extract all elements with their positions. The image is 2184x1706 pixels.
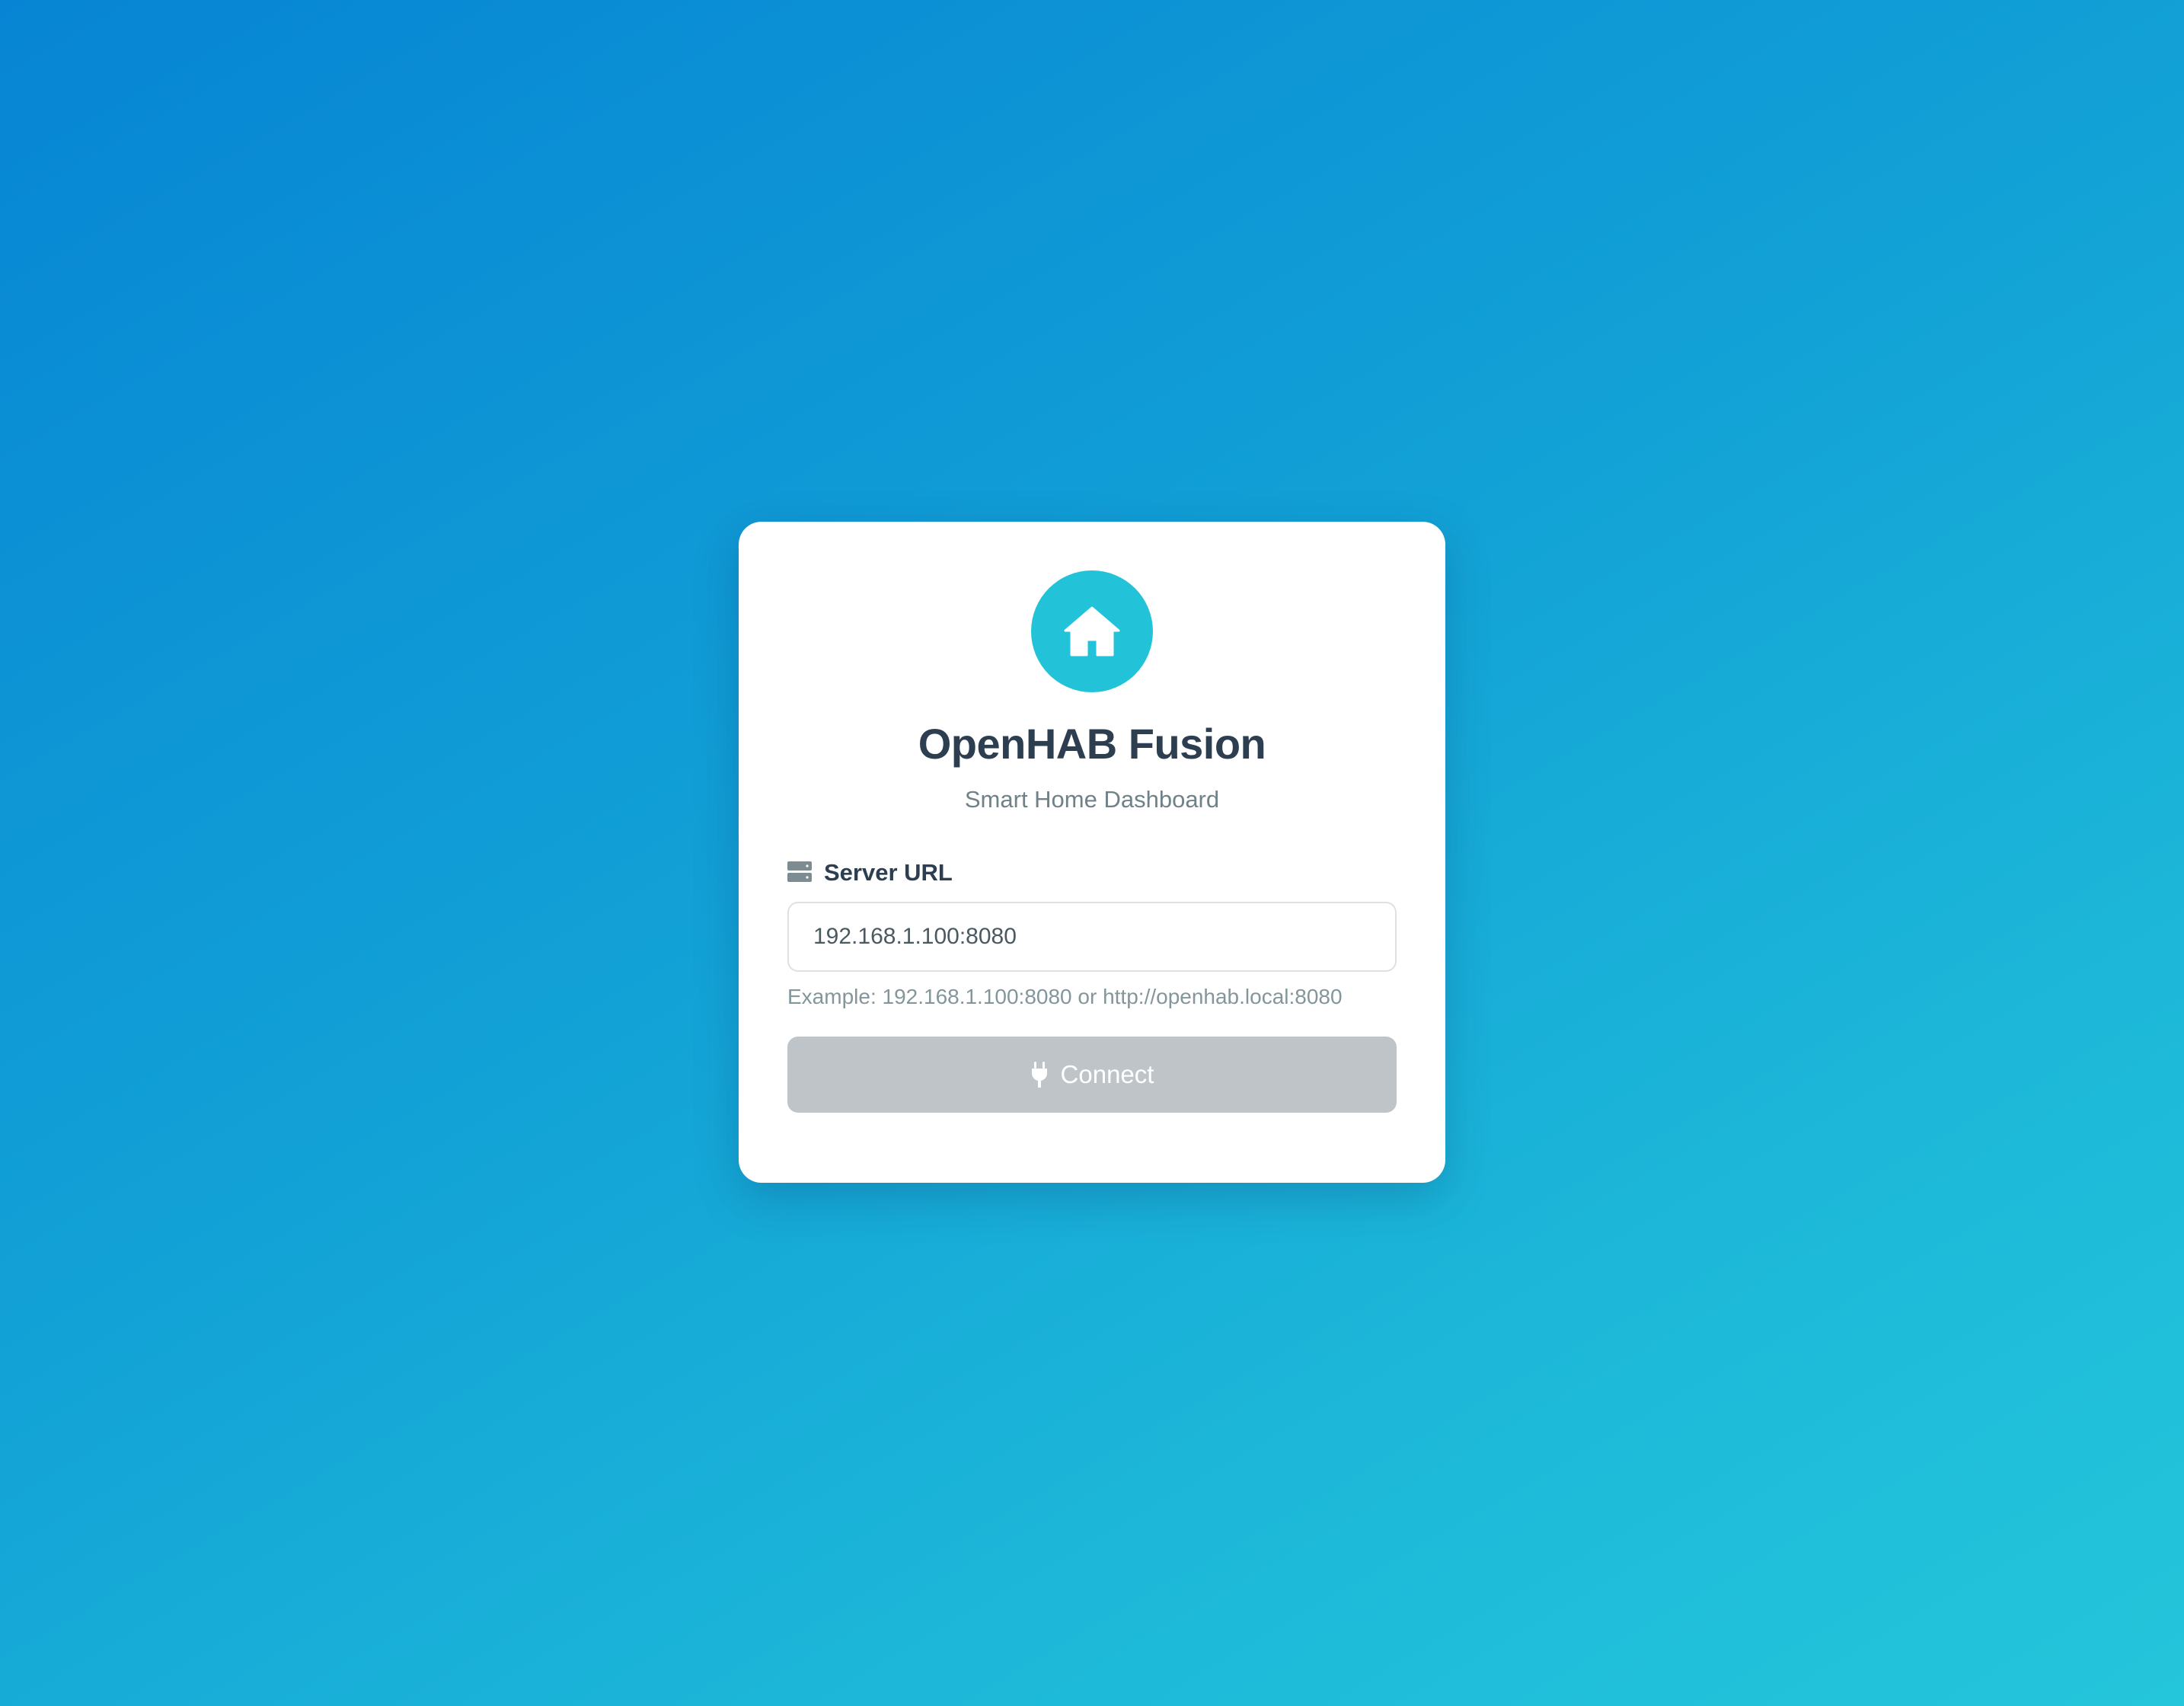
server-url-input[interactable] [787,901,1397,972]
app-title: OpenHAB Fusion [918,720,1266,768]
server-url-label-text: Server URL [824,858,953,886]
app-subtitle: Smart Home Dashboard [964,786,1220,813]
server-icon [787,861,812,883]
plug-icon [1031,1062,1047,1088]
connect-button[interactable]: Connect [787,1037,1397,1113]
server-url-hint: Example: 192.168.1.100:8080 or http://op… [787,984,1343,1008]
login-card: OpenHAB Fusion Smart Home Dashboard Serv… [739,522,1445,1183]
home-icon [1064,606,1120,657]
logo-badge [1031,570,1153,692]
connect-button-label: Connect [1060,1060,1154,1089]
server-url-label: Server URL [787,858,1397,887]
